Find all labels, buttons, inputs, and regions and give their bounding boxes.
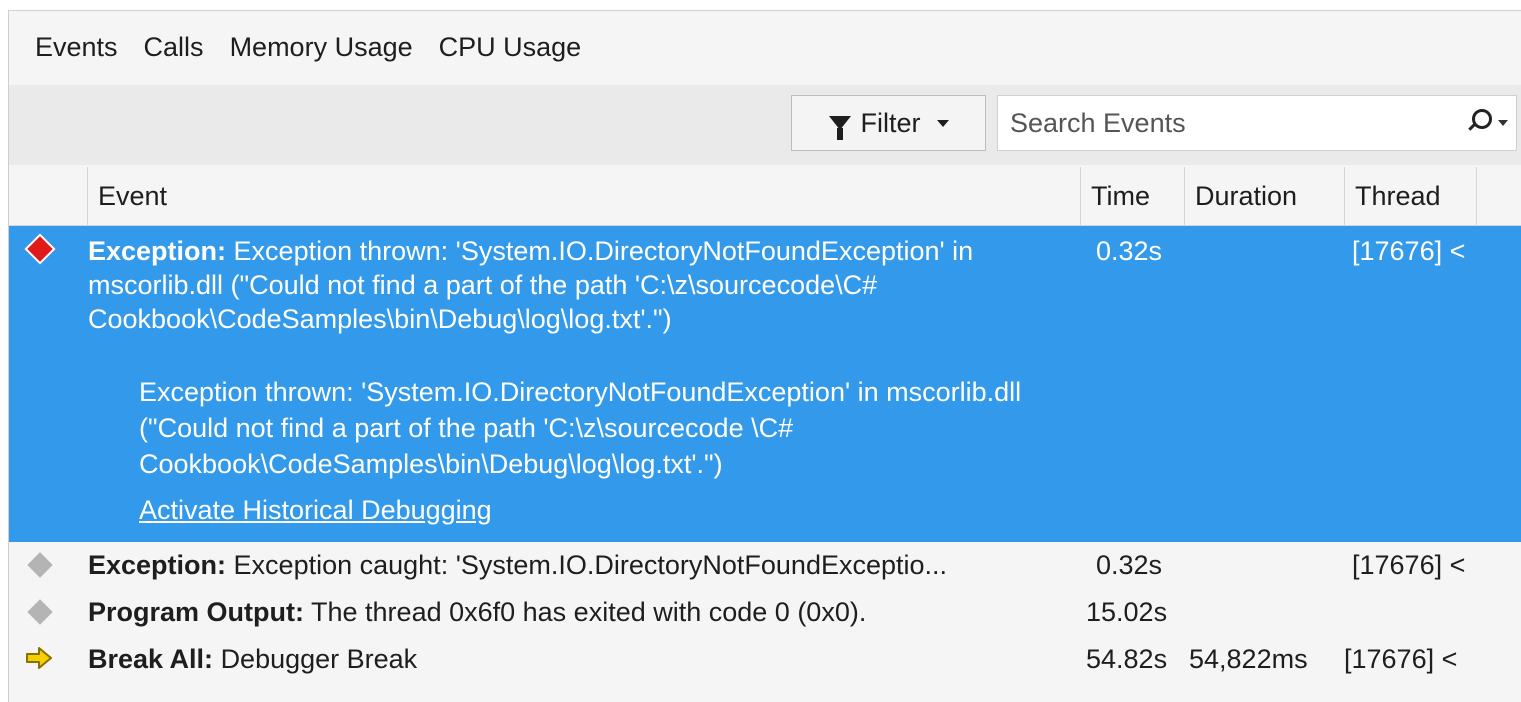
event-category: Break All: [88, 644, 214, 674]
event-text: Program Output: The thread 0x6f0 has exi… [88, 595, 1078, 629]
event-category: Exception: [88, 550, 227, 580]
event-text: Break All: Debugger Break [88, 642, 1078, 676]
grey-diamond-icon [27, 552, 53, 578]
column-duration[interactable]: Duration [1184, 167, 1344, 225]
chevron-down-icon [936, 119, 949, 127]
column-thread[interactable]: Thread [1344, 167, 1476, 225]
tab-strip: Events Calls Memory Usage CPU Usage [9, 11, 1521, 83]
event-message: The thread 0x6f0 has exited with code 0 … [311, 597, 867, 627]
event-category: Exception: [88, 236, 227, 266]
events-list: Exception: Exception thrown: 'System.IO.… [9, 226, 1521, 683]
event-message: Debugger Break [220, 644, 418, 674]
column-spacer [1476, 167, 1521, 225]
filter-button[interactable]: Filter [791, 95, 986, 151]
event-time: 0.32s [1096, 236, 1163, 266]
column-event[interactable]: Event [87, 167, 1080, 225]
event-time: 0.32s [1096, 550, 1163, 580]
event-text: Exception: Exception caught: 'System.IO.… [88, 548, 1088, 582]
tab-calls[interactable]: Calls [131, 11, 217, 83]
search-box [997, 95, 1517, 151]
filter-label: Filter [860, 107, 921, 138]
event-row-selected[interactable]: Exception: Exception thrown: 'System.IO.… [9, 226, 1521, 542]
event-detail: Exception thrown: 'System.IO.DirectoryNo… [139, 377, 1022, 479]
event-time: 15.02s [1086, 597, 1168, 627]
activate-historical-debugging-link[interactable]: Activate Historical Debugging [139, 495, 492, 526]
tab-memory-usage[interactable]: Memory Usage [217, 11, 426, 83]
event-row[interactable]: Program Output: The thread 0x6f0 has exi… [9, 589, 1521, 636]
event-thread: [17676] < [1352, 236, 1466, 266]
events-panel: Events Calls Memory Usage CPU Usage Filt… [8, 10, 1521, 702]
event-row[interactable]: Break All: Debugger Break 54.82s 54,822m… [9, 636, 1521, 683]
tab-cpu-usage[interactable]: CPU Usage [426, 11, 595, 83]
event-category: Program Output: [88, 597, 304, 627]
event-duration: 54,822ms [1189, 644, 1308, 674]
search-input[interactable] [998, 106, 1456, 140]
exception-diamond-icon [24, 233, 56, 265]
column-header: Event Time Duration Thread [9, 167, 1521, 226]
tab-events[interactable]: Events [9, 11, 131, 83]
event-thread: [17676] < [1352, 550, 1466, 580]
event-message: Exception caught: 'System.IO.DirectoryNo… [233, 550, 948, 580]
search-icon[interactable] [1456, 103, 1498, 143]
events-toolbar: Filter [9, 85, 1521, 165]
event-text: Exception: Exception thrown: 'System.IO.… [88, 234, 1078, 336]
column-time[interactable]: Time [1080, 167, 1184, 225]
event-thread: [17676] < [1344, 644, 1458, 674]
event-time: 54.82s [1086, 644, 1168, 674]
search-options-chevron-icon[interactable] [1498, 120, 1508, 126]
break-arrow-icon [26, 647, 52, 669]
funnel-icon [828, 116, 851, 140]
grey-diamond-icon [27, 599, 53, 625]
event-row[interactable]: Exception: Exception caught: 'System.IO.… [9, 542, 1521, 589]
